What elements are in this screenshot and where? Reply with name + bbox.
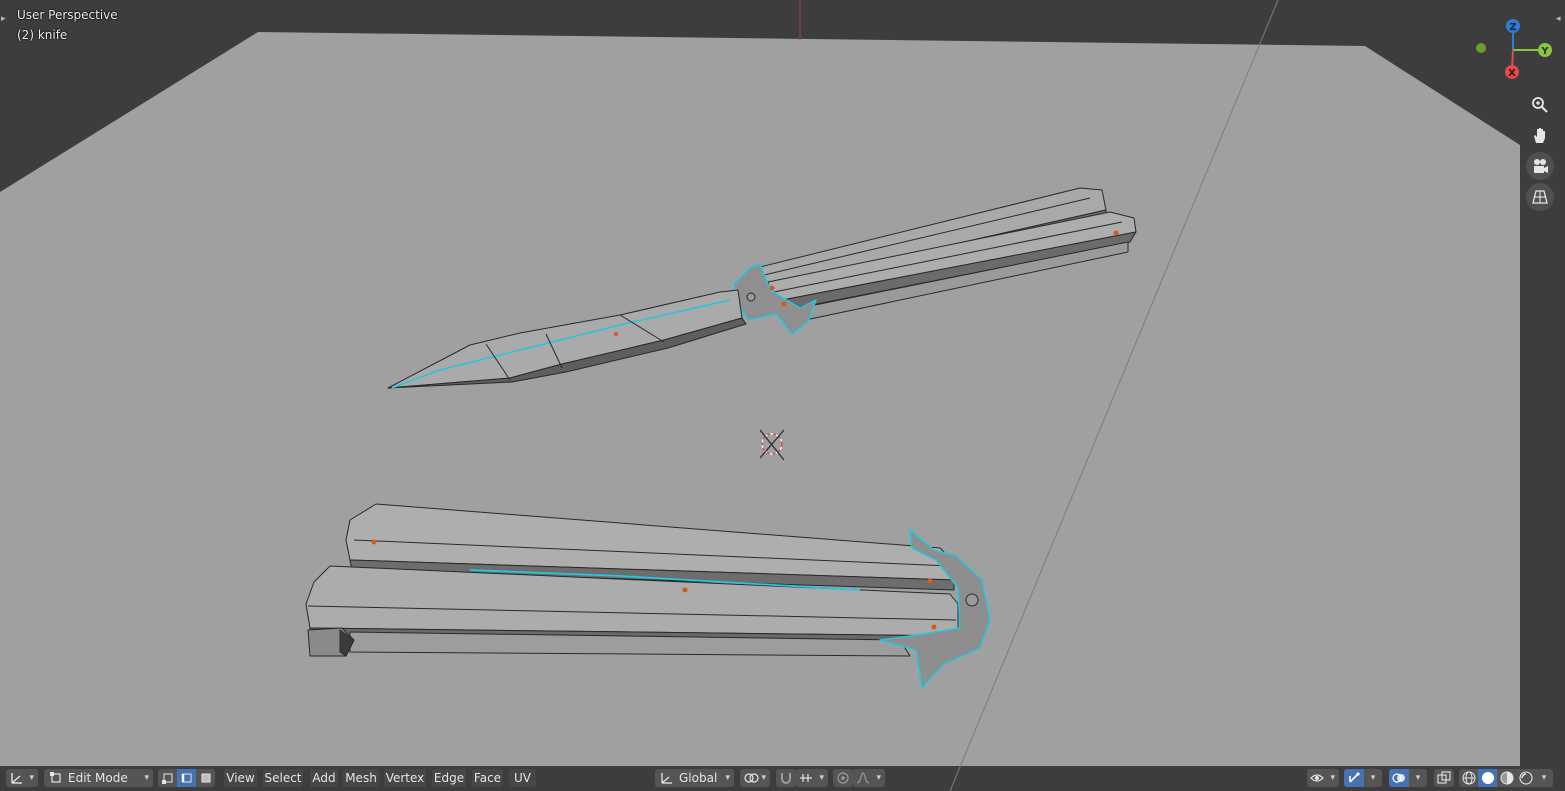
menu-edge[interactable]: Edge	[432, 769, 466, 787]
orientation-icon	[661, 773, 672, 784]
face-select-icon	[201, 773, 210, 783]
wireframe-shading-button[interactable]	[1459, 769, 1478, 787]
camera-view-button[interactable]	[1526, 152, 1554, 180]
chevron-down-icon: ▾	[1415, 773, 1421, 783]
snap-target-dropdown[interactable]: ▾	[796, 769, 828, 787]
gizmo-icon	[1349, 772, 1360, 783]
overlays-icon	[1392, 773, 1405, 783]
camera-view-icon	[1534, 159, 1548, 173]
transform-orientation-dropdown[interactable]: Global ▾	[655, 769, 734, 787]
rendered-shading-button[interactable]	[1516, 769, 1535, 787]
vertex-select-button[interactable]	[158, 769, 177, 787]
chevron-down-icon: ▾	[761, 773, 766, 783]
pan-hand-icon	[1534, 128, 1545, 143]
scene[interactable]	[0, 0, 1565, 791]
perspective-toggle-button[interactable]	[1526, 183, 1554, 211]
chevron-down-icon: ▾	[876, 773, 881, 783]
y-axis-icon: Y	[1538, 43, 1552, 57]
pivot-point-icon	[744, 773, 759, 783]
orientation-label: Global	[679, 771, 718, 785]
menu-face[interactable]: Face	[472, 769, 503, 787]
perspective-grid-icon	[1532, 190, 1548, 204]
negative-y-axis-icon	[1476, 43, 1486, 53]
falloff-curve-icon	[856, 772, 870, 784]
chevron-down-icon: ▾	[819, 773, 824, 783]
floor-plane	[0, 32, 1520, 766]
3d-viewport-icon	[11, 773, 22, 784]
gizmo-toggle-button[interactable]	[1344, 769, 1364, 787]
toolbar-expand-icon[interactable]: ▸	[1, 14, 6, 24]
pan-button[interactable]	[1526, 121, 1554, 149]
menu-add[interactable]: Add	[310, 769, 338, 787]
gizmo-options-dropdown[interactable]: ▾	[1364, 769, 1382, 787]
navigation-gizmo[interactable]: Z Y X	[1470, 14, 1560, 86]
face-select-button[interactable]	[196, 769, 215, 787]
solid-shading-button[interactable]	[1478, 769, 1497, 787]
chevron-down-icon: ▾	[1541, 773, 1547, 783]
svg-text:Y: Y	[1540, 46, 1549, 57]
svg-text:X: X	[1508, 68, 1516, 79]
vertex-select-icon	[161, 773, 172, 784]
edge-select-icon	[181, 773, 191, 783]
menu-uv[interactable]: UV	[509, 769, 536, 787]
material-sphere-icon	[1500, 771, 1513, 785]
xray-icon	[1437, 771, 1451, 784]
view-name-label: User Perspective	[17, 8, 118, 22]
proportional-editing-button[interactable]	[833, 769, 853, 787]
snap-increment-icon	[800, 774, 812, 782]
snap-toggle-button[interactable]	[776, 769, 796, 787]
zoom-icon	[1532, 97, 1548, 113]
chevron-down-icon: ▾	[144, 773, 149, 783]
solid-sphere-icon	[1481, 772, 1494, 784]
x-axis-icon: X	[1505, 65, 1519, 79]
edge-select-button[interactable]	[177, 769, 196, 787]
chevron-down-icon: ▾	[1330, 773, 1335, 783]
mode-dropdown[interactable]: Edit Mode ▾	[44, 769, 153, 787]
chevron-down-icon: ▾	[1370, 773, 1376, 783]
menu-vertex[interactable]: Vertex	[384, 769, 426, 787]
chevron-down-icon: ▾	[725, 773, 730, 783]
proportional-edit-icon	[837, 772, 849, 784]
overlays-options-dropdown[interactable]: ▾	[1409, 769, 1427, 787]
magnet-icon	[781, 773, 791, 784]
visibility-dropdown[interactable]: ▾	[1307, 769, 1339, 787]
zoom-button[interactable]	[1526, 91, 1554, 119]
eye-icon	[1310, 774, 1324, 782]
menu-mesh[interactable]: Mesh	[343, 769, 379, 787]
viewport-header: ▾ Edit Mode ▾ View Select Add Mesh Verte…	[0, 766, 1565, 790]
3d-viewport[interactable]: User Perspective (2) knife ▸ ◂ Z Y X	[0, 0, 1565, 791]
svg-text:Z: Z	[1509, 22, 1516, 33]
menu-select[interactable]: Select	[263, 769, 303, 787]
material-shading-button[interactable]	[1497, 769, 1516, 787]
active-object-label: (2) knife	[17, 28, 68, 42]
xray-toggle-button[interactable]	[1434, 769, 1454, 787]
shading-options-dropdown[interactable]: ▾	[1535, 769, 1553, 787]
pivot-point-dropdown[interactable]: ▾	[740, 769, 770, 787]
wireframe-sphere-icon	[1462, 771, 1475, 785]
z-axis-icon: Z	[1506, 19, 1520, 33]
mode-label: Edit Mode	[68, 771, 128, 785]
falloff-dropdown[interactable]: ▾	[853, 769, 885, 787]
overlays-toggle-button[interactable]	[1389, 769, 1409, 787]
chevron-down-icon: ▾	[29, 773, 34, 783]
rendered-sphere-icon	[1518, 771, 1533, 785]
edit-mode-icon	[50, 772, 61, 783]
editor-type-dropdown[interactable]: ▾	[6, 769, 38, 787]
menu-view[interactable]: View	[224, 769, 257, 787]
